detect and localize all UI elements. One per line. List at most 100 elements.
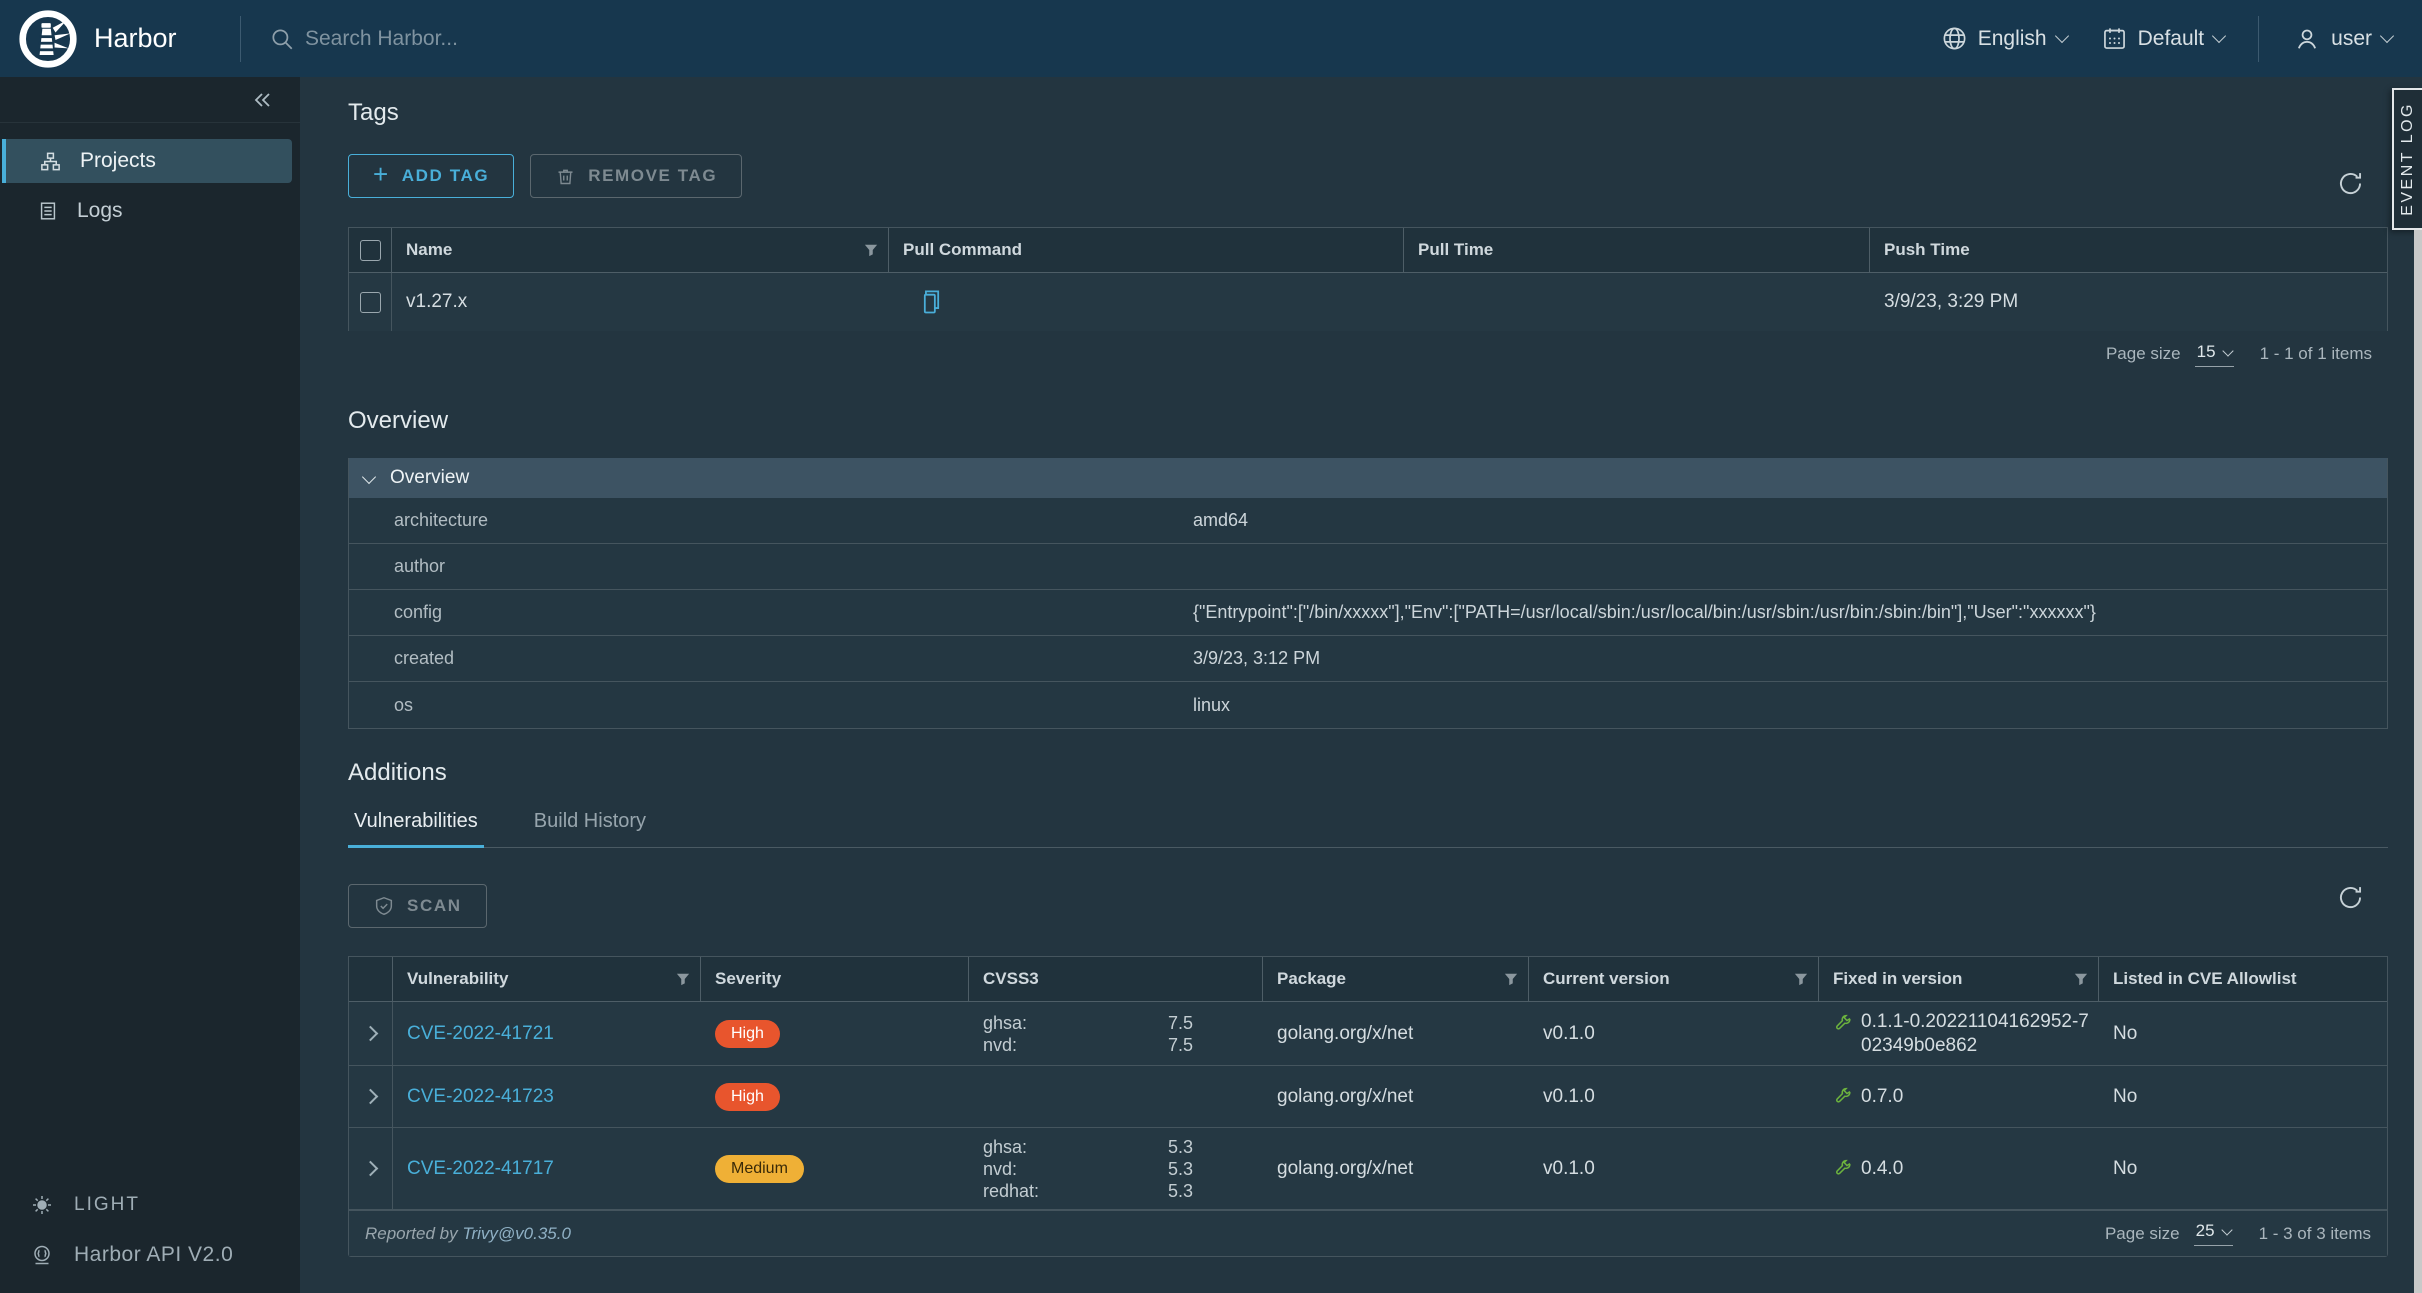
page-size-select[interactable]: 25 [2194, 1221, 2233, 1246]
sidebar-item-label: Projects [80, 149, 156, 173]
harbor-logo-icon [18, 9, 78, 69]
chevron-down-icon [2055, 29, 2069, 43]
cvss-scores: ghsa:7.5 nvd:7.5 [983, 1012, 1193, 1056]
tags-title: Tags [348, 99, 2388, 127]
sidebar-item-logs[interactable]: Logs [0, 189, 292, 233]
overview-field-row: config {"Entrypoint":["/bin/xxxxx"],"Env… [349, 590, 2387, 636]
fixed-version: 0.7.0 [1861, 1085, 1903, 1109]
filter-icon[interactable] [676, 972, 690, 986]
trash-icon [555, 166, 576, 187]
scan-toolbar: SCAN [348, 884, 2388, 928]
refresh-vulnerabilities-button[interactable] [2337, 884, 2364, 911]
brand-name: Harbor [94, 23, 177, 54]
tab-vulnerabilities[interactable]: Vulnerabilities [348, 802, 484, 848]
field-label: created [349, 636, 1193, 681]
api-link[interactable]: Harbor API V2.0 [0, 1243, 300, 1267]
overview-panel-header[interactable]: Overview [349, 458, 2387, 498]
vuln-pagination: Page size 25 1 - 3 of 3 items [2105, 1221, 2371, 1246]
filter-icon[interactable] [864, 243, 878, 257]
sidebar: Projects Logs LIGHT [0, 77, 300, 1293]
chevron-down-icon [2380, 29, 2394, 43]
search-input[interactable] [305, 27, 905, 51]
sidebar-item-projects[interactable]: Projects [2, 139, 292, 183]
collapse-panel-icon [362, 470, 376, 484]
chevron-down-icon [2212, 29, 2226, 43]
expand-row-icon[interactable] [363, 1161, 379, 1177]
field-value: linux [1193, 682, 2387, 728]
plus-icon: + [373, 159, 390, 190]
refresh-tags-button[interactable] [2337, 170, 2364, 197]
chevron-down-icon [2222, 345, 2233, 356]
api-label: Harbor API V2.0 [74, 1243, 233, 1267]
language-label: English [1978, 27, 2047, 51]
scanner-info: Reported by Trivy@v0.35.0 [365, 1224, 571, 1244]
theme-label: LIGHT [74, 1194, 140, 1216]
cve-link[interactable]: CVE-2022-41717 [407, 1158, 554, 1180]
vertical-scrollbar[interactable] [2414, 230, 2422, 1293]
severity-badge: Medium [715, 1155, 804, 1183]
items-range: 1 - 1 of 1 items [2260, 344, 2372, 364]
cve-link[interactable]: CVE-2022-41721 [407, 1023, 554, 1045]
expand-row-icon[interactable] [363, 1026, 379, 1042]
overview-field-row: os linux [349, 682, 2387, 728]
column-header-pull-command: Pull Command [903, 240, 1022, 260]
header-divider [240, 16, 241, 62]
current-version: v0.1.0 [1543, 1023, 1595, 1045]
field-label: os [349, 682, 1193, 728]
calendar-icon [2101, 25, 2128, 52]
cve-link[interactable]: CVE-2022-41723 [407, 1086, 554, 1108]
field-value [1193, 544, 2387, 589]
wrench-icon [1833, 1014, 1853, 1034]
global-search [269, 26, 1941, 52]
sidebar-item-label: Logs [77, 199, 123, 223]
tags-toolbar: + ADD TAG REMOVE TAG [348, 154, 2388, 198]
home-link[interactable]: Harbor [0, 9, 240, 69]
language-menu[interactable]: English [1941, 25, 2067, 52]
overview-panel-title: Overview [390, 467, 469, 489]
overview-field-row: created 3/9/23, 3:12 PM [349, 636, 2387, 682]
page-size-select[interactable]: 15 [2195, 342, 2234, 367]
row-checkbox[interactable] [360, 292, 381, 313]
event-log-tab[interactable]: EVENT LOG [2392, 88, 2422, 230]
column-header-pull-time: Pull Time [1418, 240, 1493, 260]
default-label: Default [2138, 27, 2205, 51]
tab-build-history[interactable]: Build History [528, 802, 652, 847]
column-header-current-version: Current version [1543, 969, 1670, 989]
copy-pull-command-icon[interactable] [918, 288, 945, 317]
overview-title: Overview [348, 407, 2388, 435]
sidebar-collapse-row [0, 77, 300, 123]
tag-row: v1.27.x 3/9/23, 3:29 PM [349, 273, 2387, 331]
expand-row-icon[interactable] [363, 1089, 379, 1105]
user-icon [2293, 25, 2321, 53]
vuln-row: CVE-2022-41723 High golang.org/x/net v0.… [349, 1066, 2387, 1128]
allowlist-value: No [2113, 1158, 2137, 1180]
wrench-icon [1833, 1087, 1853, 1107]
vuln-row: CVE-2022-41721 High ghsa:7.5 nvd:7.5 gol… [349, 1002, 2387, 1066]
filter-icon[interactable] [1794, 972, 1808, 986]
globe-icon [1941, 25, 1968, 52]
filter-icon[interactable] [2074, 972, 2088, 986]
vulnerabilities-table: Vulnerability Severity CVSS3 Package Cur… [348, 956, 2388, 1257]
scanner-link[interactable]: Trivy@v0.35.0 [462, 1224, 571, 1243]
filter-icon[interactable] [1504, 972, 1518, 986]
additions-tabs: Vulnerabilities Build History [348, 802, 2388, 848]
vuln-table-header: Vulnerability Severity CVSS3 Package Cur… [349, 957, 2387, 1002]
add-tag-button[interactable]: + ADD TAG [348, 154, 514, 198]
default-menu[interactable]: Default [2101, 25, 2225, 52]
main-content: Tags + ADD TAG REMOVE TAG Name [300, 77, 2422, 1293]
package-name: golang.org/x/net [1277, 1023, 1413, 1045]
overview-panel: Overview architecture amd64 author confi… [348, 458, 2388, 729]
remove-tag-button[interactable]: REMOVE TAG [530, 154, 742, 198]
scan-button[interactable]: SCAN [348, 884, 487, 928]
header-actions: English Default [1941, 16, 2422, 62]
user-menu[interactable]: user [2293, 25, 2392, 53]
select-all-checkbox[interactable] [360, 240, 381, 261]
field-label: architecture [349, 498, 1193, 543]
current-version: v0.1.0 [1543, 1086, 1595, 1108]
allowlist-value: No [2113, 1086, 2137, 1108]
theme-toggle[interactable]: LIGHT [0, 1193, 300, 1217]
user-label: user [2331, 27, 2372, 51]
current-version: v0.1.0 [1543, 1158, 1595, 1180]
collapse-sidebar-button[interactable] [250, 88, 274, 112]
items-range: 1 - 3 of 3 items [2259, 1224, 2371, 1244]
